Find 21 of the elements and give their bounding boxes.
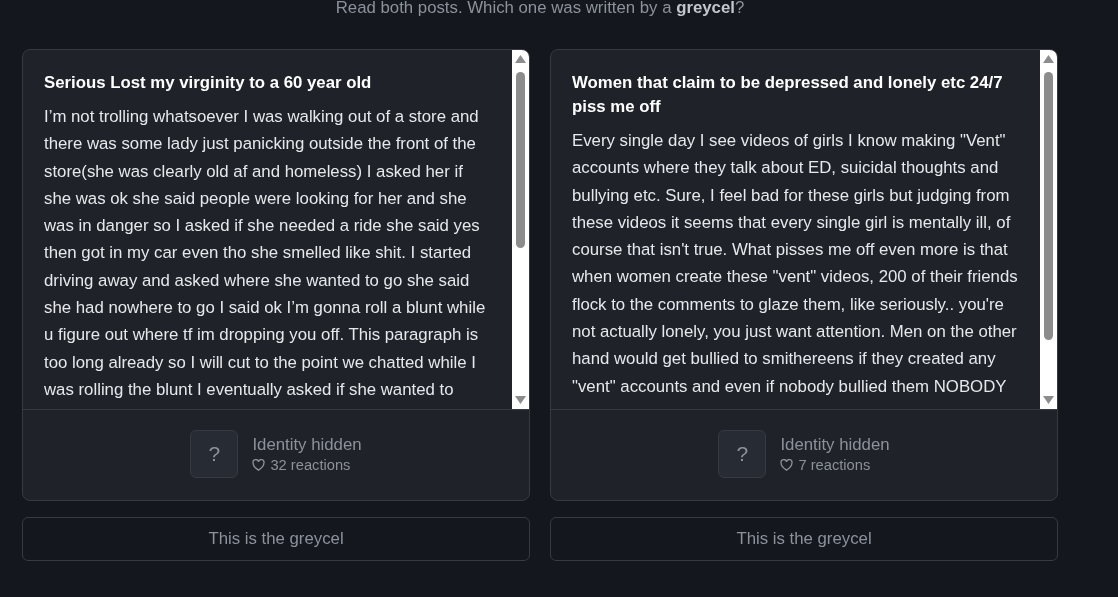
heart-icon [780,458,794,471]
scrollbar[interactable] [1040,50,1057,409]
author-name: Identity hidden [780,434,890,455]
scrollbar[interactable] [512,50,529,409]
reaction-count: 32 reactions [270,455,351,474]
post-title: Women that claim to be depressed and lonely etc 24/7 piss me off [572,72,1004,118]
scroll-down-icon[interactable] [515,396,526,404]
heart-icon [252,458,266,471]
post-title: Serious Lost my virginity to a 60 year old [44,72,373,94]
choose-button[interactable]: This is the greycel [22,517,530,561]
post-body: I’m not trolling whatsoever I was walking out of a store and there was some lady just panicking outside the front of the store(she was clearly old af and homeless) I asked her if she was ok she said people were looking for her and she was in danger so I asked if she needed a ride she said yes then got in my car even tho she smelled like shit. I started driving away and asked where she wanted to go she said she had nowhere to go I said ok I’m gonna roll a blunt while u figure out where tf im dropping you off. This paragraph is too long already so I will cut to the point we chatted while I was rolling the blunt I eventually asked if she wanted to [44,106,487,401]
scroll-up-icon[interactable] [1043,55,1054,63]
instruction-text: Read both posts. Which one was written by a greycel? [334,0,746,17]
reaction-count: 7 reactions [798,455,871,474]
choose-button[interactable]: This is the greycel [550,517,1058,561]
post-body: Every single day I see videos of girls I know making "Vent" accounts where they talk about ED, suicidal thoughts and bullying etc. Sure, I feel bad for these girls but judging from these videos it seems that every single girl is mentally ill, of course that isn't true. What pisses me off even more is that when women create these "vent" videos, 200 of their friends flock to the comments to glaze them, like seriously.. you're not actually lonely, you just want attention. Men on the other hand would get bullied to smithereens if they created any "vent" accounts and even if nobody bullied them NOBODY [572,130,1019,398]
scroll-down-icon[interactable] [1043,396,1054,404]
avatar: ? [718,430,767,478]
scroll-up-icon[interactable] [515,55,526,63]
author-name: Identity hidden [252,434,362,455]
avatar: ? [190,430,239,478]
